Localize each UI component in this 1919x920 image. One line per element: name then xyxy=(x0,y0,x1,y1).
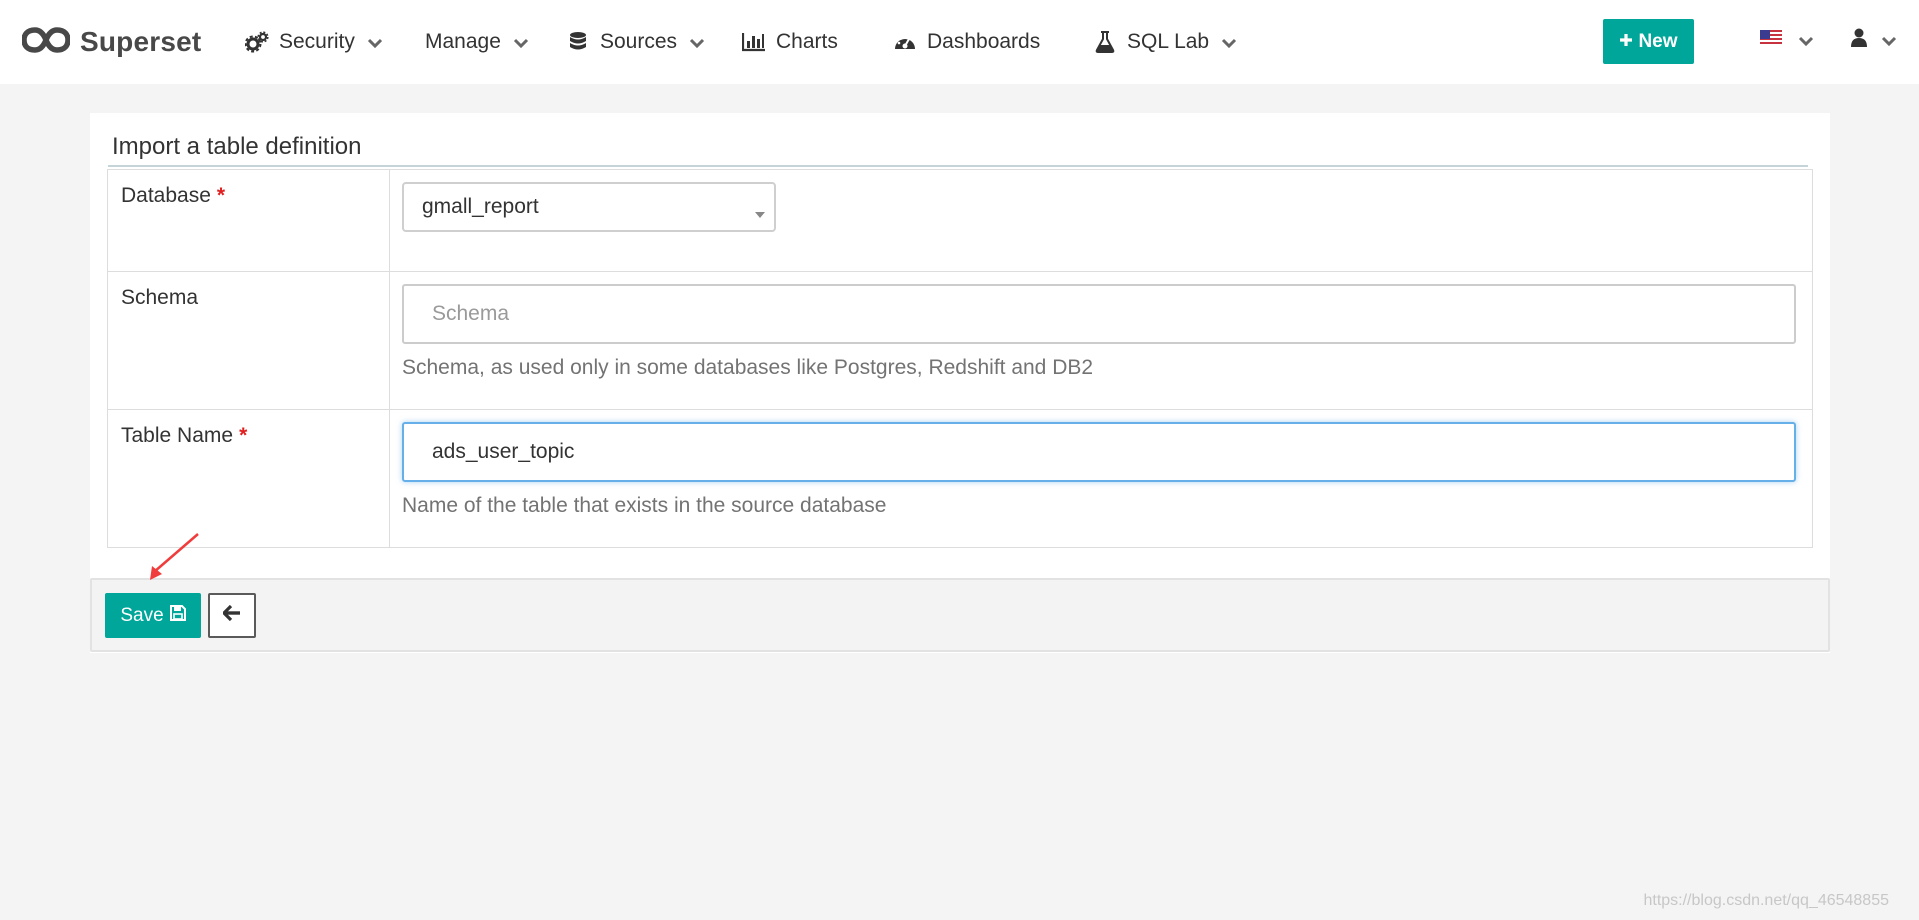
superset-logo-icon xyxy=(21,26,71,59)
required-marker: * xyxy=(239,424,248,447)
us-flag-icon xyxy=(1760,30,1782,51)
form-footer: Save xyxy=(90,578,1830,652)
nav-manage-label: Manage xyxy=(425,30,501,53)
nav-dashboards-label: Dashboards xyxy=(927,30,1041,53)
label-cell: Table Name * xyxy=(107,409,390,548)
nav-security-label: Security xyxy=(279,30,355,53)
table-name-help-text: Name of the table that exists in the sou… xyxy=(402,494,887,517)
schema-help-text: Schema, as used only in some databases l… xyxy=(402,356,1094,379)
schema-input[interactable]: Schema xyxy=(402,284,1796,344)
nav-sql-lab-label: SQL Lab xyxy=(1127,30,1210,53)
label-cell: Schema xyxy=(107,271,390,410)
top-navbar: Superset Security Manage Sources Charts … xyxy=(0,0,1919,84)
database-label: Database xyxy=(121,184,211,207)
nav-manage[interactable]: Manage xyxy=(425,24,529,60)
language-menu[interactable] xyxy=(1760,30,1814,51)
database-icon xyxy=(566,30,590,54)
back-button[interactable] xyxy=(208,593,256,638)
nav-charts-label: Charts xyxy=(776,30,838,53)
user-menu[interactable] xyxy=(1851,28,1897,53)
form-row-schema: Schema Schema Schema, as used only in so… xyxy=(107,271,1813,410)
gears-icon xyxy=(245,30,269,54)
plus-icon xyxy=(1619,31,1633,53)
chevron-down-icon xyxy=(689,37,705,53)
nav-sources[interactable]: Sources xyxy=(566,24,705,60)
label-cell: Database * xyxy=(107,169,390,272)
panel-title: Import a table definition xyxy=(112,133,362,160)
nav-dashboards[interactable]: Dashboards xyxy=(893,24,1040,60)
chevron-down-icon xyxy=(1221,37,1237,53)
chevron-down-icon xyxy=(1881,35,1897,51)
form-table: Database * gmall_report Schema Schema Sch… xyxy=(107,169,1813,548)
save-button-label: Save xyxy=(120,604,164,626)
import-table-panel: Import a table definition Database * gmal… xyxy=(90,113,1830,653)
floppy-disk-icon xyxy=(169,604,186,627)
nav-security[interactable]: Security xyxy=(245,24,383,60)
bar-chart-icon xyxy=(742,30,766,54)
new-button[interactable]: New xyxy=(1603,19,1694,64)
save-button[interactable]: Save xyxy=(105,593,201,638)
field-cell: gmall_report xyxy=(389,169,1813,272)
form-row-table-name: Table Name * ads_user_topic Name of the t… xyxy=(107,409,1813,548)
database-select-value: gmall_report xyxy=(422,195,539,218)
schema-label: Schema xyxy=(121,286,199,309)
form-row-database: Database * gmall_report xyxy=(107,169,1813,272)
required-marker: * xyxy=(216,184,226,207)
nav-sql-lab[interactable]: SQL Lab xyxy=(1093,24,1237,60)
field-cell: Schema Schema, as used only in some data… xyxy=(389,271,1813,410)
table-name-input[interactable]: ads_user_topic xyxy=(402,422,1796,482)
user-icon xyxy=(1851,28,1867,53)
select-arrow-icon xyxy=(754,202,766,218)
new-button-label: New xyxy=(1638,30,1678,52)
brand[interactable]: Superset xyxy=(21,24,202,60)
arrow-left-icon xyxy=(221,604,241,626)
dashboard-icon xyxy=(893,30,917,54)
nav-charts[interactable]: Charts xyxy=(742,24,838,60)
chevron-down-icon xyxy=(513,37,529,53)
field-cell: ads_user_topic Name of the table that ex… xyxy=(389,409,1813,548)
title-divider xyxy=(108,165,1808,167)
database-select[interactable]: gmall_report xyxy=(402,182,776,232)
watermark: https://blog.csdn.net/qq_46548855 xyxy=(1643,892,1889,909)
brand-name: Superset xyxy=(80,26,202,57)
annotation-arrow-icon xyxy=(150,533,199,580)
chevron-down-icon xyxy=(367,37,383,53)
chevron-down-icon xyxy=(1798,35,1814,51)
nav-sources-label: Sources xyxy=(600,30,678,53)
table-name-label: Table Name xyxy=(121,424,234,447)
flask-icon xyxy=(1093,30,1117,54)
